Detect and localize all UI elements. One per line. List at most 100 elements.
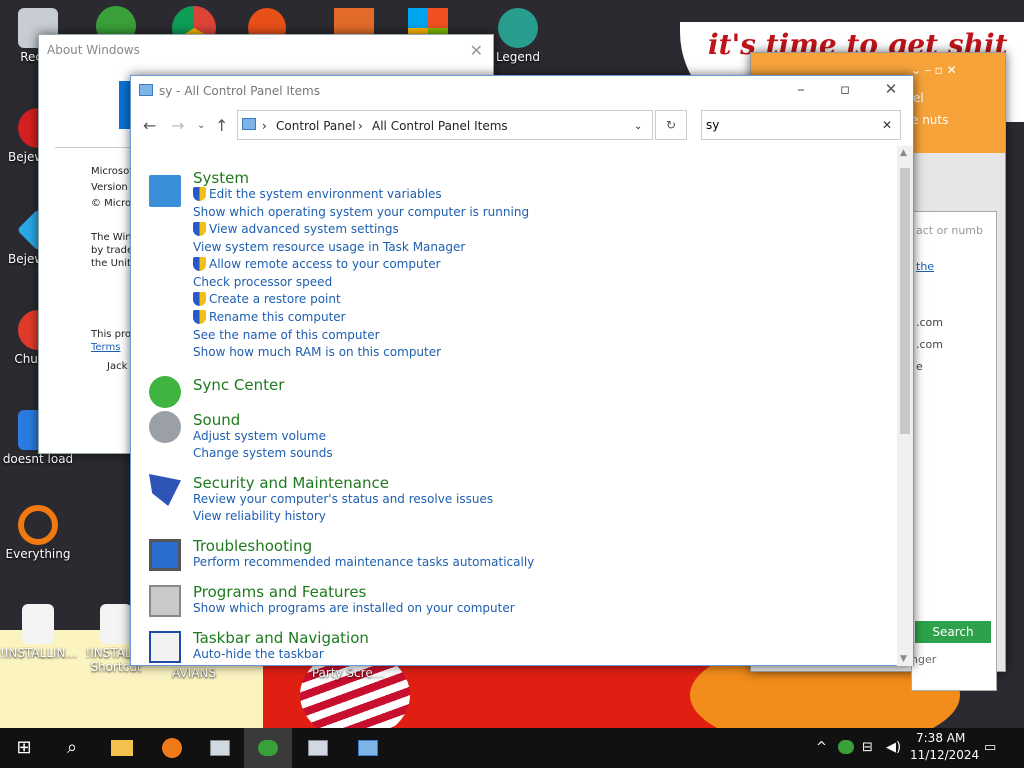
search-app-result[interactable]: e xyxy=(916,360,923,373)
clock-time[interactable]: 7:38 AM xyxy=(916,731,965,745)
vertical-scrollbar[interactable]: ▲ ▼ xyxy=(897,146,913,666)
search-input[interactable] xyxy=(706,115,876,135)
breadcrumb-separator-icon: › xyxy=(262,119,267,133)
search-app-menu-item[interactable]: el xyxy=(913,91,924,105)
group-title[interactable]: Security and Maintenance xyxy=(193,474,389,492)
task-link[interactable]: Review your computer's status and resolv… xyxy=(193,492,493,506)
group-title[interactable]: Troubleshooting xyxy=(193,537,312,555)
desktop-icon-avians[interactable]: AVIANS xyxy=(156,666,232,680)
legend-icon xyxy=(498,8,538,48)
minimize-icon[interactable]: – xyxy=(781,80,821,98)
file-icon xyxy=(22,604,54,644)
address-bar[interactable]: › Control Panel › All Control Panel Item… xyxy=(237,110,653,140)
search-app-input-placeholder[interactable]: act or numb xyxy=(916,224,983,237)
uac-shield-icon xyxy=(193,310,206,324)
task-link[interactable]: Adjust system volume xyxy=(193,429,326,443)
search-app-result[interactable]: .com xyxy=(916,316,943,329)
refresh-icon[interactable]: ↻ xyxy=(655,110,687,140)
scrollbar-thumb[interactable] xyxy=(900,168,910,434)
uac-shield-icon xyxy=(193,187,206,201)
about-text-line: by trade xyxy=(91,245,134,256)
task-label: Show which operating system your compute… xyxy=(193,205,530,219)
recent-locations-chevron-icon[interactable]: ⌄ xyxy=(197,120,205,131)
sync-center-icon xyxy=(149,376,181,408)
search-taskbar-button[interactable]: ⌕ xyxy=(48,728,96,768)
terms-link[interactable]: Terms xyxy=(91,342,120,353)
group-title[interactable]: System xyxy=(193,169,249,187)
task-label: See the name of this computer xyxy=(193,328,380,342)
control-panel-titlebar[interactable]: sy - All Control Panel Items – ▫ ✕ xyxy=(131,76,913,106)
task-label: Change system sounds xyxy=(193,446,333,460)
up-arrow-icon[interactable]: ↑ xyxy=(215,116,228,135)
about-text-line: The Win xyxy=(91,232,132,243)
desktop-icon-label: AVIANS xyxy=(172,666,216,680)
desktop-icon-label: doesnt load xyxy=(2,452,74,466)
users-app-taskbar-button[interactable] xyxy=(244,728,292,768)
task-link[interactable]: Create a restore point xyxy=(193,292,341,306)
forward-arrow-icon[interactable]: → xyxy=(171,116,184,135)
search-app-footer: nger xyxy=(911,653,937,666)
search-button[interactable]: Search xyxy=(915,621,991,643)
breadcrumb-all-items[interactable]: All Control Panel Items xyxy=(372,119,508,133)
app-window-controls[interactable]: ⌄ – ▫ ✕ xyxy=(911,63,957,77)
uac-shield-icon xyxy=(193,222,206,236)
control-panel-taskbar-button[interactable] xyxy=(344,728,392,768)
sound-icon xyxy=(149,411,181,443)
show-hidden-icons-chevron-icon[interactable]: ^ xyxy=(816,740,827,755)
network-icon[interactable]: ⊟ xyxy=(862,740,873,755)
users-icon xyxy=(258,740,278,756)
task-link[interactable]: Show how much RAM is on this computer xyxy=(193,345,441,359)
about-text-line: This pro xyxy=(91,329,131,340)
group-title[interactable]: Programs and Features xyxy=(193,583,366,601)
notifications-icon[interactable]: ▭ xyxy=(984,740,996,755)
chevron-down-icon[interactable]: ⌄ xyxy=(634,121,642,132)
desktop-icon-everything[interactable]: Everything xyxy=(0,505,76,561)
window-icon xyxy=(210,740,230,756)
uac-shield-icon xyxy=(193,257,206,271)
breadcrumb-separator-icon[interactable]: › xyxy=(358,119,363,133)
task-link[interactable]: Auto-hide the taskbar xyxy=(193,647,324,661)
task-link[interactable]: View reliability history xyxy=(193,509,326,523)
scroll-down-icon[interactable]: ▼ xyxy=(900,654,907,664)
task-label: Edit the system environment variables xyxy=(209,187,442,201)
close-icon[interactable]: ✕ xyxy=(871,80,911,98)
task-link[interactable]: Show which operating system your compute… xyxy=(193,205,529,219)
task-label: Check processor speed xyxy=(193,275,333,289)
search-app-menu-item[interactable]: e nuts xyxy=(911,113,948,127)
task-label: Show how much RAM is on this computer xyxy=(193,345,442,359)
task-link[interactable]: Edit the system environment variables xyxy=(193,187,442,201)
back-arrow-icon[interactable]: ← xyxy=(143,116,156,135)
task-link[interactable]: Perform recommended maintenance tasks au… xyxy=(193,555,534,569)
about-windows-taskbar-button[interactable] xyxy=(196,728,244,768)
task-link[interactable]: View advanced system settings xyxy=(193,222,399,236)
desktop-icon-party-screen[interactable]: Party Scre... xyxy=(310,666,386,680)
task-link[interactable]: Check processor speed xyxy=(193,275,332,289)
group-title[interactable]: Sync Center xyxy=(193,376,284,394)
clear-search-icon[interactable]: ✕ xyxy=(882,118,892,132)
search-app-result[interactable]: .com xyxy=(916,338,943,351)
breadcrumb-control-panel[interactable]: Control Panel xyxy=(276,119,356,133)
desktop-icon-installing[interactable]: !INSTALLIN... xyxy=(0,604,77,660)
task-link[interactable]: Rename this computer xyxy=(193,310,346,324)
file-explorer-taskbar-button[interactable] xyxy=(98,728,146,768)
task-link[interactable]: View system resource usage in Task Manag… xyxy=(193,240,465,254)
task-link[interactable]: Change system sounds xyxy=(193,446,333,460)
task-link[interactable]: Allow remote access to your computer xyxy=(193,257,441,271)
scroll-up-icon[interactable]: ▲ xyxy=(900,148,907,158)
task-link[interactable]: Show which programs are installed on you… xyxy=(193,601,515,615)
group-title[interactable]: Taskbar and Navigation xyxy=(193,629,369,647)
close-icon[interactable]: ✕ xyxy=(470,41,483,60)
maximize-icon[interactable]: ▫ xyxy=(825,80,865,98)
search-app-link[interactable]: the xyxy=(916,260,934,273)
firefox-taskbar-button[interactable] xyxy=(148,728,196,768)
volume-icon[interactable]: ◀) xyxy=(886,740,901,755)
clock-date[interactable]: 11/12/2024 xyxy=(910,748,979,762)
group-title[interactable]: Sound xyxy=(193,411,240,429)
search-box[interactable]: ✕ xyxy=(701,110,901,140)
start-button[interactable]: ⊞ xyxy=(0,728,48,768)
users-tray-icon[interactable] xyxy=(838,740,854,754)
window-taskbar-button[interactable] xyxy=(294,728,342,768)
control-panel-icon xyxy=(139,84,153,96)
about-text-line: Version xyxy=(91,182,128,193)
task-link[interactable]: See the name of this computer xyxy=(193,328,380,342)
